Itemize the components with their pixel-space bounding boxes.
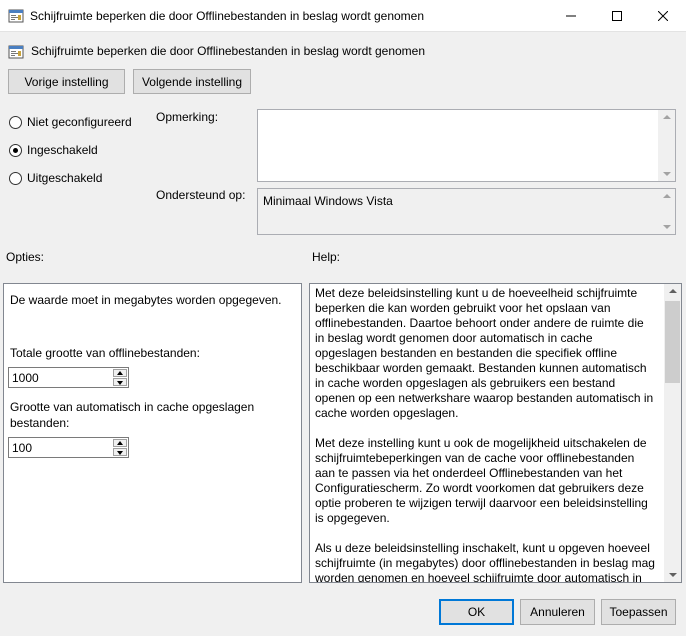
cancel-button[interactable]: Annuleren bbox=[520, 599, 595, 625]
policy-setting-icon bbox=[8, 44, 24, 60]
scroll-down-icon bbox=[669, 573, 677, 577]
window-title: Schijfruimte beperken die door Offlinebe… bbox=[30, 9, 425, 23]
supported-textarea: Minimaal Windows Vista bbox=[257, 188, 676, 235]
comment-textarea[interactable] bbox=[257, 109, 676, 182]
apply-button[interactable]: Toepassen bbox=[601, 599, 676, 625]
help-scrollbar[interactable] bbox=[664, 284, 681, 582]
options-heading: Opties: bbox=[6, 250, 45, 264]
help-paragraph: Als u deze beleidsinstelling inschakelt,… bbox=[315, 541, 655, 583]
policy-title: Schijfruimte beperken die door Offlinebe… bbox=[31, 44, 426, 58]
scroll-down-icon bbox=[663, 225, 671, 229]
total-size-label: Totale grootte van offlinebestanden: bbox=[10, 346, 200, 360]
help-text: Met deze beleidsinstelling kunt u de hoe… bbox=[315, 286, 655, 583]
close-icon bbox=[658, 11, 668, 21]
radio-indicator bbox=[9, 115, 22, 129]
radio-enabled[interactable]: Ingeschakeld bbox=[9, 143, 98, 157]
scroll-up-icon bbox=[663, 194, 671, 198]
scroll-up-icon bbox=[663, 115, 671, 119]
minimize-icon bbox=[566, 11, 576, 21]
options-panel: De waarde moet in megabytes worden opgeg… bbox=[3, 283, 302, 583]
auto-size-label-cont: bestanden: bbox=[10, 416, 70, 430]
minimize-button[interactable] bbox=[548, 0, 594, 32]
auto-size-spinner[interactable]: 100 bbox=[8, 437, 129, 458]
comment-label: Opmerking: bbox=[156, 110, 219, 124]
scroll-up-icon bbox=[669, 289, 677, 293]
radio-disabled[interactable]: Uitgeschakeld bbox=[9, 171, 102, 185]
radio-indicator bbox=[9, 171, 22, 185]
spin-down-button[interactable] bbox=[113, 448, 127, 456]
radio-not-configured[interactable]: Niet geconfigureerd bbox=[9, 115, 132, 129]
radio-indicator bbox=[9, 143, 22, 157]
next-setting-button[interactable]: Volgende instelling bbox=[133, 69, 251, 94]
spin-up-button[interactable] bbox=[113, 439, 127, 447]
title-bar: Schijfruimte beperken die door Offlinebe… bbox=[0, 0, 686, 32]
scroll-thumb[interactable] bbox=[665, 301, 680, 383]
previous-setting-button[interactable]: Vorige instelling bbox=[8, 69, 125, 94]
spin-down-button[interactable] bbox=[113, 378, 127, 386]
help-paragraph: Met deze instelling kunt u ook de mogeli… bbox=[315, 436, 648, 525]
spin-up-button[interactable] bbox=[113, 369, 127, 377]
comment-scrollbar[interactable] bbox=[658, 110, 675, 181]
scroll-down-icon bbox=[663, 172, 671, 176]
policy-setting-icon bbox=[8, 8, 24, 24]
help-heading: Help: bbox=[312, 250, 341, 264]
total-size-spinner[interactable]: 1000 bbox=[8, 367, 129, 388]
radio-label: Niet geconfigureerd bbox=[27, 115, 132, 129]
supported-scrollbar[interactable] bbox=[658, 189, 675, 234]
supported-label: Ondersteund op: bbox=[156, 188, 246, 202]
maximize-button[interactable] bbox=[594, 0, 640, 32]
help-panel: Met deze beleidsinstelling kunt u de hoe… bbox=[309, 283, 682, 583]
auto-size-label: Grootte van automatisch in cache opgesla… bbox=[10, 400, 255, 414]
supported-value: Minimaal Windows Vista bbox=[263, 194, 393, 208]
radio-label: Uitgeschakeld bbox=[27, 171, 103, 185]
radio-label: Ingeschakeld bbox=[27, 143, 98, 157]
close-button[interactable] bbox=[640, 0, 686, 32]
options-intro: De waarde moet in megabytes worden opgeg… bbox=[10, 293, 282, 307]
total-size-value: 1000 bbox=[12, 371, 39, 385]
ok-button[interactable]: OK bbox=[439, 599, 514, 625]
help-paragraph: Met deze beleidsinstelling kunt u de hoe… bbox=[315, 286, 654, 420]
auto-size-value: 100 bbox=[12, 441, 33, 455]
maximize-icon bbox=[612, 11, 622, 21]
